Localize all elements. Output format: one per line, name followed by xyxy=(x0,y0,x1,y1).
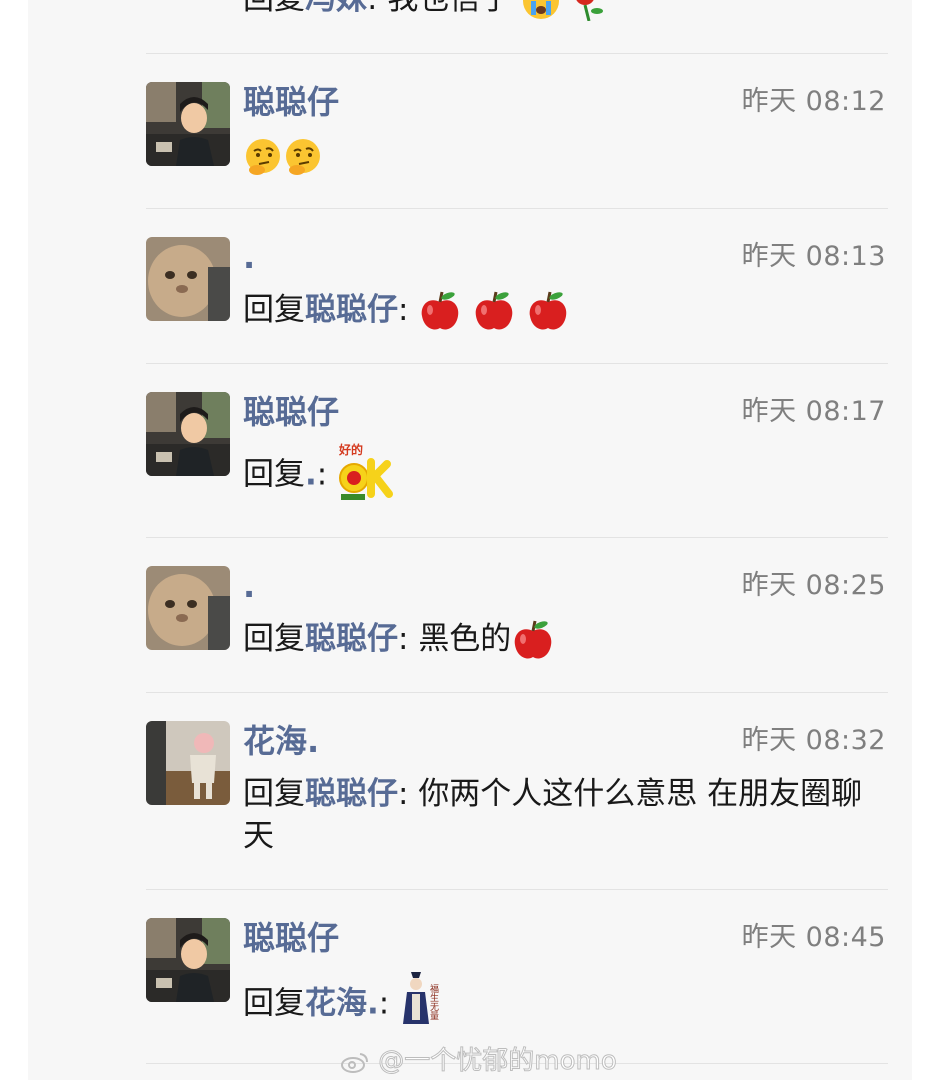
comment-content: 回复聪聪仔: xyxy=(243,289,883,334)
comment-item: 回复冯妹: 我也信了 xyxy=(146,0,888,21)
reply-prefix: 回复 xyxy=(243,456,305,493)
divider xyxy=(146,363,888,364)
comment-item: 聪聪仔 昨天 08:17 回复.: 好的 ok xyxy=(146,392,888,512)
reply-colon: : xyxy=(398,292,409,328)
weibo-logo-icon xyxy=(341,1052,368,1073)
divider xyxy=(146,537,888,538)
thinking-face-icon xyxy=(246,138,280,175)
avatar-image xyxy=(146,0,230,12)
reply-prefix: 回复 xyxy=(243,985,305,1022)
avatar-image xyxy=(146,918,230,1002)
avatar-image xyxy=(146,566,230,650)
reply-colon: : xyxy=(316,456,328,493)
commenter-name[interactable]: . xyxy=(243,564,255,608)
comment-time: 昨天 08:13 xyxy=(741,241,886,272)
reply-target-name[interactable]: 聪聪仔 xyxy=(305,292,398,328)
commenter-name[interactable]: 花海. xyxy=(243,719,319,763)
reply-colon: : xyxy=(378,985,390,1022)
comment-content: 回复聪聪仔: 黑色的 xyxy=(243,618,883,663)
comment-text: 我也信了 xyxy=(387,0,511,17)
comment-content: 回复聪聪仔: 你两个人这什么意思 在朋友圈聊天 xyxy=(243,773,883,857)
comment-time: 昨天 08:17 xyxy=(741,396,886,427)
divider xyxy=(146,692,888,693)
commenter-name[interactable]: 聪聪仔 xyxy=(243,80,339,124)
comment-time: 昨天 08:32 xyxy=(741,725,886,756)
moments-comments-panel: 回复冯妹: 我也信了 xyxy=(28,0,912,1080)
rose-icon xyxy=(576,0,604,21)
divider xyxy=(146,208,888,209)
comment-item: . 昨天 08:13 回复聪聪仔: xyxy=(146,237,888,337)
comment-item: . 昨天 08:25 回复聪聪仔: 黑色的 xyxy=(146,566,888,666)
ok-sticker-top-text: 好的 xyxy=(338,442,363,457)
avatar[interactable] xyxy=(146,566,230,650)
thinking-face-icon xyxy=(286,138,320,175)
reply-target-name[interactable]: 花海. xyxy=(305,986,379,1022)
avatar[interactable] xyxy=(146,721,230,805)
commenter-name[interactable]: 聪聪仔 xyxy=(243,916,339,960)
comment-time: 昨天 08:45 xyxy=(741,922,886,953)
ok-sticker-icon: 好的 ok xyxy=(337,440,394,500)
comment-text: 黑色的 xyxy=(418,621,512,657)
ok-sticker-text: ok xyxy=(337,440,339,441)
comment-item: 聪聪仔 昨天 08:45 回复花海.: 福生无量 xyxy=(146,918,888,1048)
avatar-image xyxy=(146,392,230,476)
reply-prefix: 回复 xyxy=(243,0,305,17)
apple-icon xyxy=(529,291,567,329)
reply-prefix: 回复 xyxy=(243,776,305,812)
reply-target-name[interactable]: . xyxy=(305,457,317,493)
comment-content: 回复.: 好的 ok xyxy=(243,442,883,500)
avatar[interactable] xyxy=(146,392,230,476)
comment-content xyxy=(243,134,883,177)
reply-prefix: 回复 xyxy=(243,292,305,328)
comment-item: 聪聪仔 昨天 08:12 xyxy=(146,82,888,182)
reply-target-name[interactable]: 冯妹 xyxy=(305,0,367,17)
avatar-image xyxy=(146,82,230,166)
apple-icon xyxy=(422,291,459,329)
comment-time: 昨天 08:12 xyxy=(741,86,886,117)
crying-face-icon xyxy=(523,0,560,19)
fortune-sticker-text: 福生无量 xyxy=(428,983,439,1020)
reply-target-name[interactable]: 聪聪仔 xyxy=(305,621,398,657)
comment-content: 回复花海.: 福生无量 xyxy=(243,972,883,1028)
reply-colon: : xyxy=(398,776,409,812)
commenter-name[interactable]: 聪聪仔 xyxy=(243,390,339,434)
apple-icon xyxy=(475,291,513,329)
watermark-text: @一个忧郁的momo xyxy=(378,1046,617,1077)
apple-icon xyxy=(515,620,552,658)
reply-prefix: 回复 xyxy=(243,621,305,657)
divider xyxy=(146,889,888,890)
avatar[interactable] xyxy=(146,237,230,321)
avatar[interactable] xyxy=(146,82,230,166)
comment-time: 昨天 08:25 xyxy=(741,570,886,601)
reply-colon: : xyxy=(367,0,377,17)
reply-target-name[interactable]: 聪聪仔 xyxy=(305,776,398,812)
avatar-image xyxy=(146,237,230,321)
comment-item: 花海. 昨天 08:32 回复聪聪仔: 你两个人这什么意思 在朋友圈聊天 xyxy=(146,721,888,861)
commenter-name[interactable]: . xyxy=(243,235,255,279)
comment-content: 回复冯妹: 我也信了 xyxy=(243,0,883,21)
avatar-image xyxy=(146,721,230,805)
watermark: @一个忧郁的momo xyxy=(340,1040,617,1077)
avatar[interactable] xyxy=(146,918,230,1002)
divider xyxy=(146,53,888,54)
reply-colon: : xyxy=(398,621,409,657)
avatar[interactable] xyxy=(146,0,230,12)
fortune-sticker-icon: 福生无量 xyxy=(403,972,439,1024)
